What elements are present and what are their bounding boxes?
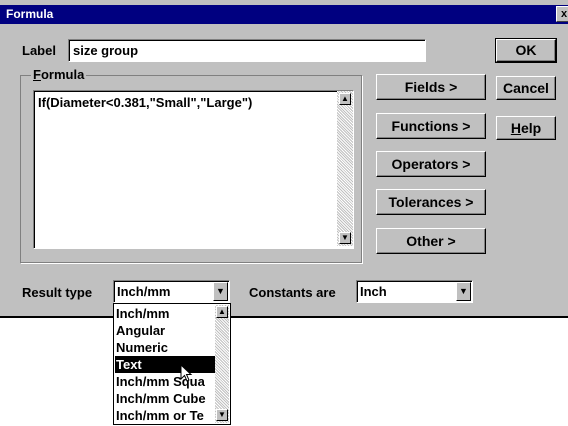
result-type-value: Inch/mm xyxy=(117,284,171,299)
dropdown-scrollbar[interactable]: ▲ ▼ xyxy=(215,305,229,423)
formula-text: If(Diameter<0.381,"Small","Large") xyxy=(38,95,253,110)
list-item[interactable]: Inch/mm Cube xyxy=(115,390,216,407)
scroll-up-button[interactable]: ▲ xyxy=(216,306,228,318)
list-item[interactable]: Numeric xyxy=(115,339,216,356)
formula-group-title: Formula xyxy=(31,67,87,82)
scroll-down-button[interactable]: ▼ xyxy=(216,409,228,421)
window-title: Formula xyxy=(6,7,54,21)
label-input[interactable]: size group xyxy=(68,39,426,62)
tolerances-button[interactable]: Tolerances > xyxy=(376,189,486,215)
operators-button[interactable]: Operators > xyxy=(376,151,486,177)
cancel-button[interactable]: Cancel xyxy=(496,76,556,100)
functions-label: Functions > xyxy=(391,118,471,134)
list-item[interactable]: Inch/mm or Te xyxy=(115,407,216,424)
arrow-up-icon: ▲ xyxy=(218,307,226,316)
functions-button[interactable]: Functions > xyxy=(376,113,486,139)
result-type-caption: Result type xyxy=(22,285,93,300)
constants-value: Inch xyxy=(360,284,387,299)
constants-dropdown-button[interactable]: ▼ xyxy=(456,282,471,301)
list-item-selected[interactable]: Text xyxy=(115,356,216,373)
help-label: elp xyxy=(520,120,542,136)
formula-scrollbar[interactable]: ▲ ▼ xyxy=(337,91,353,246)
fields-label: Fields > xyxy=(404,79,458,95)
scroll-up-button[interactable]: ▲ xyxy=(339,93,351,105)
other-button[interactable]: Other > xyxy=(376,228,486,254)
label-caption: Label xyxy=(22,43,56,58)
cancel-label: Cancel xyxy=(503,80,549,96)
close-icon: x xyxy=(560,8,568,20)
ok-button[interactable]: OK xyxy=(495,38,557,63)
scroll-down-button[interactable]: ▼ xyxy=(339,232,351,244)
formula-dialog: Formula x Label size group Formula If(Di… xyxy=(0,0,568,318)
help-button[interactable]: Help xyxy=(496,116,556,140)
constants-select[interactable]: Inch ▼ xyxy=(356,280,473,303)
constants-caption: Constants are xyxy=(249,285,336,300)
fields-button[interactable]: Fields > xyxy=(376,74,486,100)
chevron-down-icon: ▼ xyxy=(216,286,225,296)
formula-textarea[interactable]: If(Diameter<0.381,"Small","Large") ▲ ▼ xyxy=(33,90,354,249)
arrow-down-icon: ▼ xyxy=(218,410,226,419)
result-type-select[interactable]: Inch/mm ▼ xyxy=(113,280,230,303)
list-item[interactable]: Inch/mm xyxy=(115,305,216,322)
title-bar: Formula x xyxy=(0,5,568,24)
tolerances-label: Tolerances > xyxy=(388,194,474,210)
arrow-up-icon: ▲ xyxy=(341,94,349,103)
result-type-dropdown-list[interactable]: Inch/mm Angular Numeric Text Inch/mm Squ… xyxy=(113,303,231,425)
close-button[interactable]: x xyxy=(556,6,568,22)
result-type-dropdown-button[interactable]: ▼ xyxy=(213,282,228,301)
chevron-down-icon: ▼ xyxy=(459,286,468,296)
list-item[interactable]: Angular xyxy=(115,322,216,339)
ok-label: OK xyxy=(515,42,537,58)
label-input-value: size group xyxy=(73,43,139,58)
other-label: Other > xyxy=(406,233,456,249)
operators-label: Operators > xyxy=(391,156,471,172)
arrow-down-icon: ▼ xyxy=(341,233,349,242)
mouse-pointer-icon xyxy=(180,364,193,382)
list-item[interactable]: Inch/mm Squa xyxy=(115,373,216,390)
